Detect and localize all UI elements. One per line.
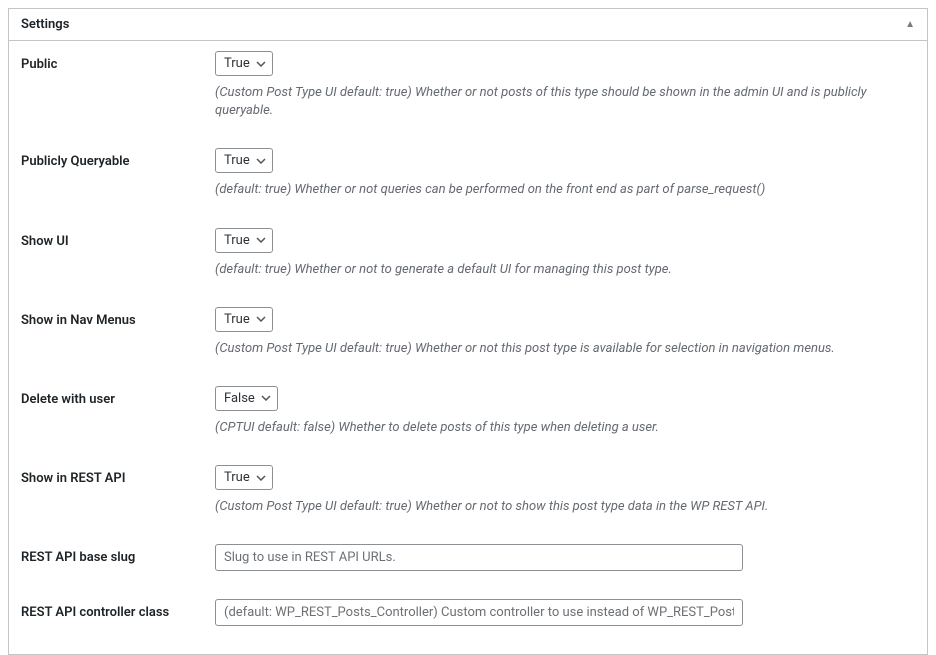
label-show-in-nav-menus: Show in Nav Menus xyxy=(21,307,215,328)
label-show-in-rest: Show in REST API xyxy=(21,465,215,486)
desc-show-ui: (default: true) Whether or not to genera… xyxy=(215,261,915,279)
label-rest-base: REST API base slug xyxy=(21,544,215,565)
select-show-in-rest[interactable]: True xyxy=(215,465,273,490)
field-public: Public True (Custom Post Type UI default… xyxy=(21,51,915,120)
collapse-icon: ▲ xyxy=(905,19,915,30)
select-publicly-queryable[interactable]: True xyxy=(215,148,273,173)
select-show-ui[interactable]: True xyxy=(215,228,273,253)
desc-show-in-nav-menus: (Custom Post Type UI default: true) Whet… xyxy=(215,340,915,358)
label-rest-controller-class: REST API controller class xyxy=(21,599,215,620)
label-show-ui: Show UI xyxy=(21,228,215,249)
label-publicly-queryable: Publicly Queryable xyxy=(21,148,215,169)
field-show-in-rest: Show in REST API True (Custom Post Type … xyxy=(21,465,915,516)
input-rest-controller-class[interactable] xyxy=(215,599,743,626)
settings-panel-header[interactable]: Settings ▲ xyxy=(9,9,927,41)
field-delete-with-user: Delete with user False (CPTUI default: f… xyxy=(21,386,915,437)
desc-publicly-queryable: (default: true) Whether or not queries c… xyxy=(215,181,915,199)
input-rest-base[interactable] xyxy=(215,544,743,571)
desc-delete-with-user: (CPTUI default: false) Whether to delete… xyxy=(215,419,915,437)
select-show-in-nav-menus[interactable]: True xyxy=(215,307,273,332)
field-show-in-nav-menus: Show in Nav Menus True (Custom Post Type… xyxy=(21,307,915,358)
select-delete-with-user[interactable]: False xyxy=(215,386,278,411)
field-rest-controller-class: REST API controller class xyxy=(21,599,915,626)
field-show-ui: Show UI True (default: true) Whether or … xyxy=(21,228,915,279)
desc-public: (Custom Post Type UI default: true) Whet… xyxy=(215,84,915,120)
settings-panel-body: Public True (Custom Post Type UI default… xyxy=(9,41,927,626)
desc-show-in-rest: (Custom Post Type UI default: true) Whet… xyxy=(215,498,915,516)
field-publicly-queryable: Publicly Queryable True (default: true) … xyxy=(21,148,915,199)
field-rest-base: REST API base slug xyxy=(21,544,915,571)
label-public: Public xyxy=(21,51,215,72)
settings-panel: Settings ▲ Public True (Custom Post Type… xyxy=(8,8,928,655)
select-public[interactable]: True xyxy=(215,51,273,76)
settings-panel-title: Settings xyxy=(21,17,69,32)
label-delete-with-user: Delete with user xyxy=(21,386,215,407)
